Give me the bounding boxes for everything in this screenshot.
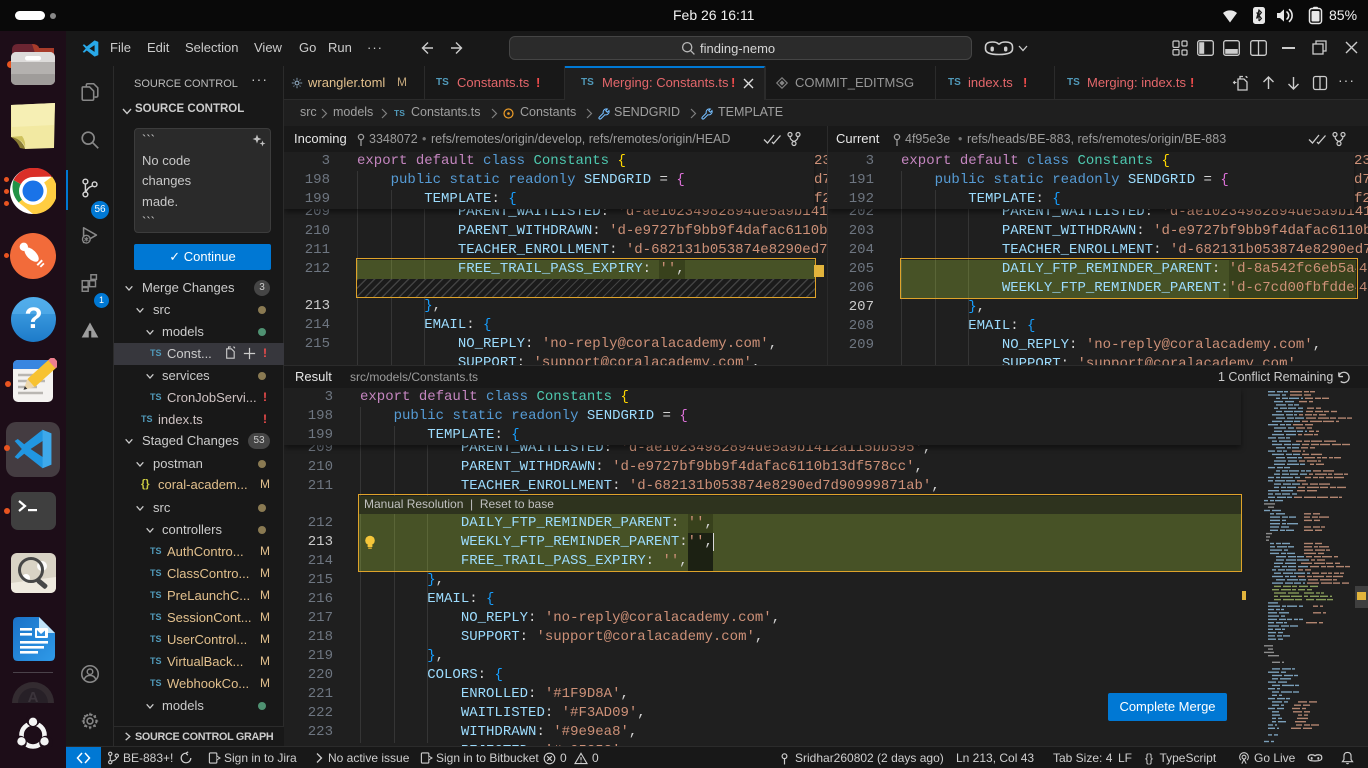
svg-text:A: A xyxy=(28,689,39,703)
svg-text:?: ? xyxy=(24,302,42,335)
